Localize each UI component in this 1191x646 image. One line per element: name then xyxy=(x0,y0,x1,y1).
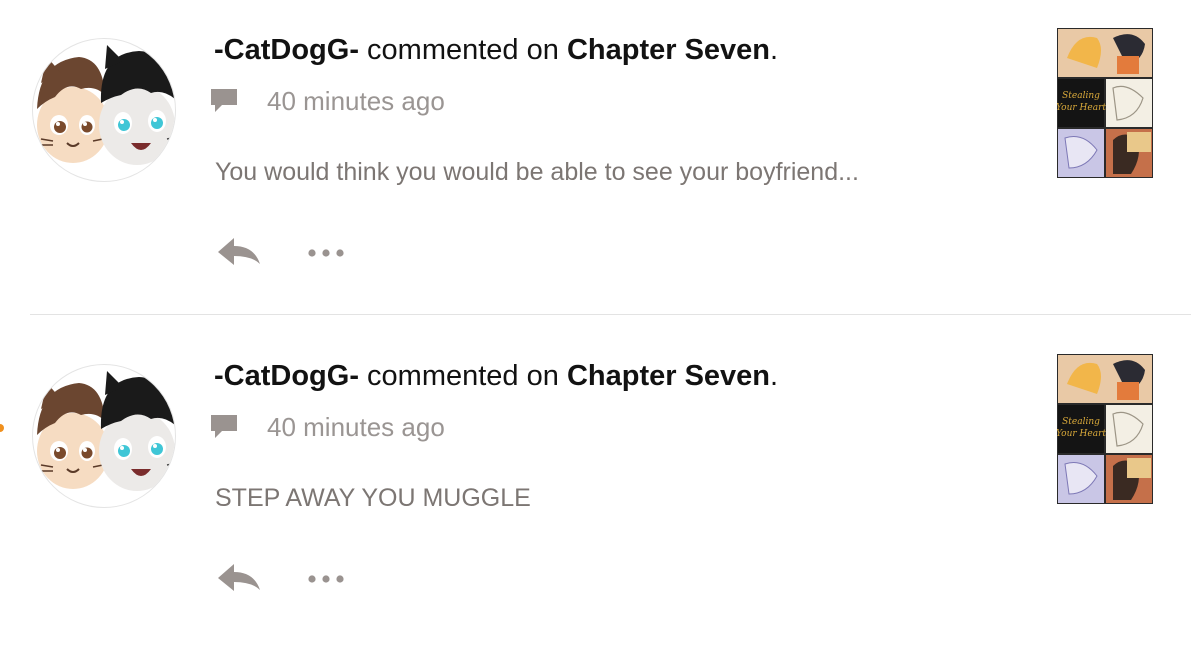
chapter-link[interactable]: Chapter Seven xyxy=(567,34,770,66)
headline-punct: . xyxy=(770,360,779,392)
svg-text:Stealing: Stealing xyxy=(1062,417,1100,427)
username-link[interactable]: -CatDogG- xyxy=(214,360,359,392)
more-options-button[interactable] xyxy=(302,238,352,268)
cat-dog-avatar-icon xyxy=(37,45,175,173)
notification-meta: 40 minutes ago xyxy=(210,84,445,118)
more-options-button[interactable] xyxy=(302,564,352,594)
notification-meta: 40 minutes ago xyxy=(210,410,445,444)
divider xyxy=(30,314,1191,315)
story-cover-art: Stealing Your Heart xyxy=(1057,354,1153,504)
reply-icon xyxy=(218,564,260,591)
user-avatar[interactable] xyxy=(32,364,176,508)
svg-text:Your Heart: Your Heart xyxy=(1057,429,1106,439)
more-options-icon xyxy=(308,575,344,583)
action-text: commented on xyxy=(358,34,567,66)
action-text: commented on xyxy=(358,360,567,392)
notification-item[interactable]: -CatDogG- commented on Chapter Seven. 40… xyxy=(0,346,1191,646)
chapter-link[interactable]: Chapter Seven xyxy=(567,360,770,392)
notification-headline: -CatDogG- commented on Chapter Seven. xyxy=(214,34,778,67)
comment-icon xyxy=(211,415,237,438)
comment-body[interactable]: STEP AWAY YOU MUGGLE xyxy=(215,484,531,513)
reply-icon xyxy=(218,238,260,265)
timestamp: 40 minutes ago xyxy=(267,85,445,116)
cat-dog-avatar-icon xyxy=(37,371,175,499)
svg-text:Your Heart: Your Heart xyxy=(1057,103,1106,113)
story-cover-art: Stealing Your Heart xyxy=(1057,28,1153,178)
username-link[interactable]: -CatDogG- xyxy=(214,34,359,66)
comment-icon xyxy=(211,89,237,112)
timestamp: 40 minutes ago xyxy=(267,411,445,442)
reply-button[interactable] xyxy=(214,558,264,598)
headline-punct: . xyxy=(770,34,779,66)
story-cover-thumbnail[interactable]: Stealing Your Heart xyxy=(1057,354,1153,504)
user-avatar[interactable] xyxy=(32,38,176,182)
reply-button[interactable] xyxy=(214,232,264,272)
more-options-icon xyxy=(308,249,344,257)
comment-body[interactable]: You would think you would be able to see… xyxy=(215,158,859,187)
story-cover-thumbnail[interactable]: Stealing Your Heart xyxy=(1057,28,1153,178)
notification-item[interactable]: -CatDogG- commented on Chapter Seven. 40… xyxy=(0,20,1191,320)
notification-headline: -CatDogG- commented on Chapter Seven. xyxy=(214,360,778,393)
svg-text:Stealing: Stealing xyxy=(1062,91,1100,101)
